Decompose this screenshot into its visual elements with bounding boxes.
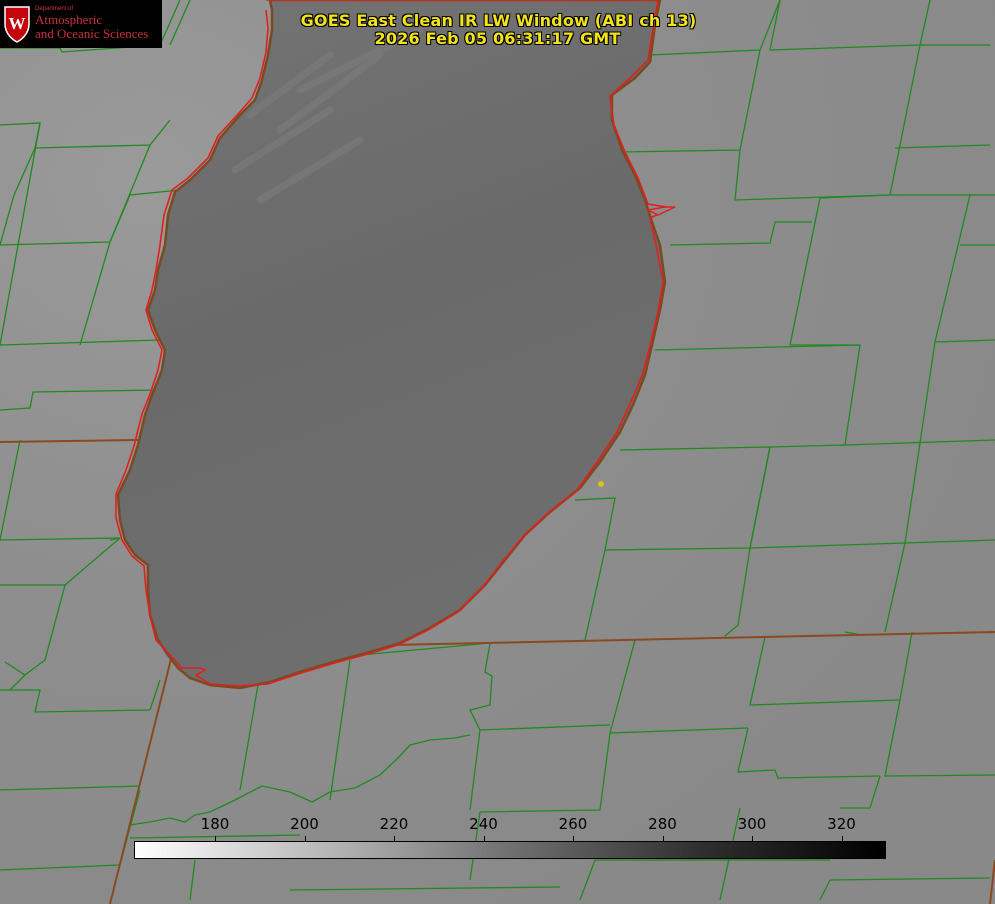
colorbar-tick-mark bbox=[304, 836, 306, 841]
colorbar-tick-label: 240 bbox=[469, 815, 498, 833]
colorbar-tick-mark bbox=[483, 836, 485, 841]
colorbar-tick-label: 180 bbox=[200, 815, 230, 833]
image-timestamp: 2026 Feb 05 06:31:17 GMT bbox=[374, 29, 621, 48]
image-title: GOES East Clean IR LW Window (ABI ch 13) bbox=[300, 11, 697, 30]
colorbar-tick-label: 280 bbox=[648, 815, 677, 833]
satellite-map bbox=[0, 0, 995, 904]
colorbar-tick-label: 260 bbox=[558, 815, 588, 833]
colorbar-tick-label: 320 bbox=[827, 815, 856, 833]
colorbar-tick-label: 220 bbox=[379, 815, 409, 833]
colorbar-tick-mark bbox=[841, 836, 843, 841]
station-marker bbox=[598, 481, 604, 487]
colorbar-tick-mark bbox=[394, 836, 395, 841]
colorbar-tick-mark bbox=[215, 836, 216, 841]
colorbar-tick-mark bbox=[752, 836, 753, 841]
colorbar-tick-label: 200 bbox=[290, 815, 319, 833]
colorbar-tick-label: 300 bbox=[737, 815, 767, 833]
colorbar bbox=[134, 841, 886, 859]
colorbar-tick-mark bbox=[573, 836, 574, 841]
colorbar-tick-mark bbox=[662, 836, 664, 841]
